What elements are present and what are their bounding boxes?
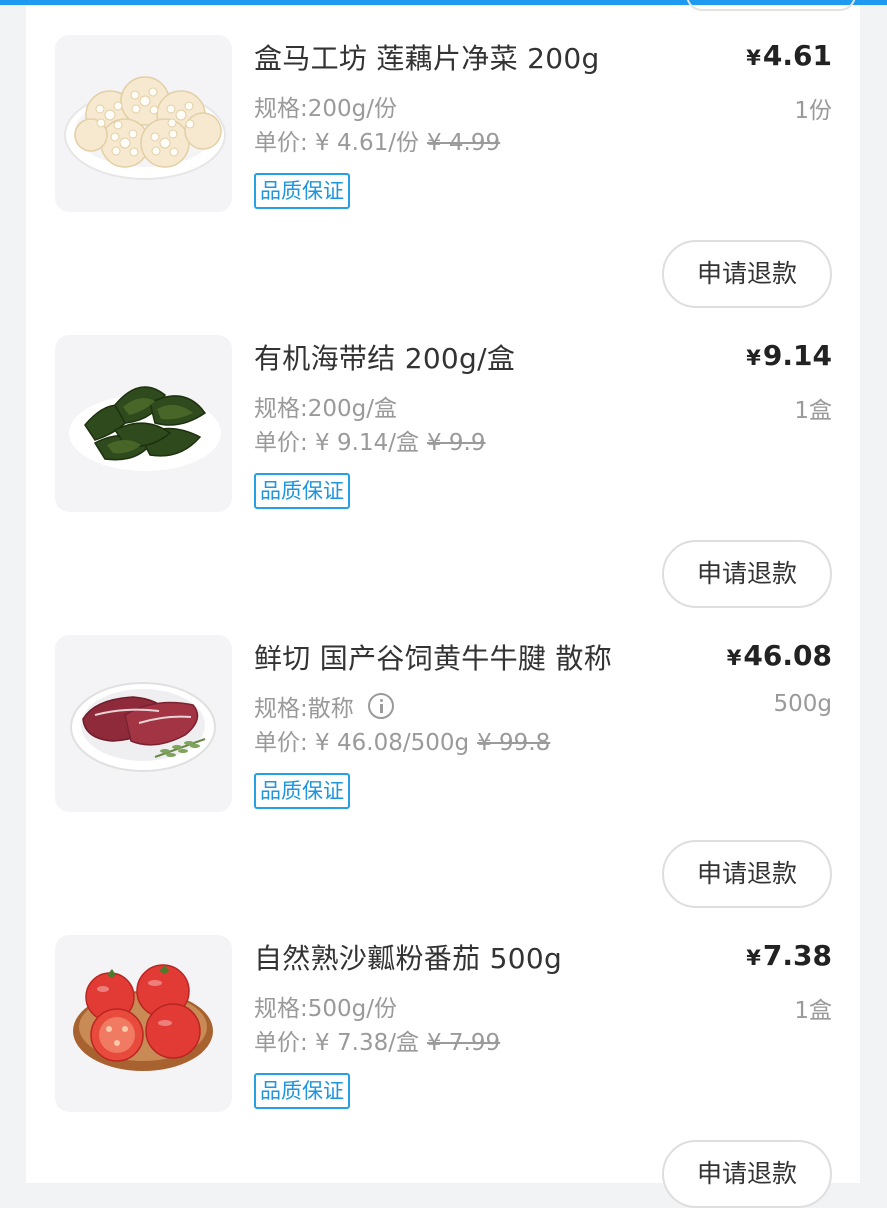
currency-symbol: ¥ (746, 46, 761, 70)
beef-shank-image (70, 682, 216, 772)
product-price: ¥4.61 (746, 39, 832, 72)
currency-symbol: ¥ (746, 946, 761, 970)
price-value: 9.14 (762, 339, 832, 372)
spec-text: 规格:200g/盒 (254, 396, 397, 422)
unit-price: 单价: ¥ 46.08/500g ¥ 99.8 (254, 723, 550, 757)
unit-price-text: 单价: ¥ 7.38/盒 (254, 1030, 419, 1056)
unit-price-text: 单价: ¥ 9.14/盒 (254, 430, 419, 456)
info-icon[interactable] (367, 693, 394, 719)
unit-price: 单价: ¥ 7.38/盒 ¥ 7.99 (254, 1023, 500, 1057)
price-value: 7.38 (762, 939, 832, 972)
spec-text: 规格:200g/份 (254, 96, 397, 122)
unit-price: 单价: ¥ 9.14/盒 ¥ 9.9 (254, 423, 486, 457)
original-price: ¥ 7.99 (426, 1030, 501, 1056)
original-price: ¥ 9.9 (426, 430, 486, 456)
product-thumbnail[interactable] (55, 35, 232, 212)
price-value: 4.61 (762, 39, 832, 72)
product-name[interactable]: 鲜切 国产谷饲黄牛牛腱 散称 (254, 637, 612, 677)
product-thumbnail[interactable] (55, 935, 232, 1112)
product-thumbnail[interactable] (55, 335, 232, 512)
quality-guarantee-badge: 品质保证 (254, 1073, 350, 1109)
order-item: 有机海带结 200g/盒 ¥9.14 规格:200g/盒 1盒 单价: ¥ 9.… (26, 305, 860, 608)
unit-price-text: 单价: ¥ 4.61/份 (254, 130, 419, 156)
order-item: 鲜切 国产谷饲黄牛牛腱 散称 ¥46.08 规格:散称 500g 单价: ¥ 4… (26, 605, 860, 908)
product-spec: 规格:散称 (254, 689, 394, 723)
request-refund-button[interactable]: 申请退款 (662, 240, 832, 308)
product-spec: 规格:200g/盒 (254, 389, 397, 423)
product-price: ¥9.14 (746, 339, 832, 372)
product-quantity: 1盒 (794, 998, 832, 1024)
product-quantity: 1份 (794, 98, 832, 124)
order-item: 盒马工坊 莲藕片净菜 200g ¥4.61 规格:200g/份 1份 单价: ¥… (26, 5, 860, 308)
quality-guarantee-badge: 品质保证 (254, 473, 350, 509)
quality-guarantee-badge: 品质保证 (254, 773, 350, 809)
product-thumbnail[interactable] (55, 635, 232, 812)
currency-symbol: ¥ (726, 646, 742, 670)
product-spec: 规格:500g/份 (254, 989, 397, 1023)
price-value: 46.08 (743, 639, 832, 672)
lotus-root-slices-image (64, 76, 226, 180)
original-price: ¥ 99.8 (477, 730, 551, 756)
kelp-knots-image (69, 386, 221, 471)
product-price: ¥46.08 (727, 639, 832, 672)
currency-symbol: ¥ (746, 346, 761, 370)
tomatoes-image (73, 964, 213, 1071)
unit-price-text: 单价: ¥ 46.08/500g (254, 730, 470, 756)
product-name[interactable]: 自然熟沙瓤粉番茄 500g (254, 937, 562, 977)
order-items-card: 盒马工坊 莲藕片净菜 200g ¥4.61 规格:200g/份 1份 单价: ¥… (26, 0, 860, 1208)
request-refund-button[interactable]: 申请退款 (662, 840, 832, 908)
spec-text: 规格:500g/份 (254, 996, 397, 1022)
request-refund-button[interactable]: 申请退款 (662, 1140, 832, 1208)
original-price: ¥ 4.99 (426, 130, 501, 156)
quality-guarantee-badge: 品质保证 (254, 173, 350, 209)
request-refund-button[interactable]: 申请退款 (662, 540, 832, 608)
product-price: ¥7.38 (746, 939, 832, 972)
order-item: 自然熟沙瓤粉番茄 500g ¥7.38 规格:500g/份 1盒 单价: ¥ 7… (26, 905, 860, 1208)
product-name[interactable]: 盒马工坊 莲藕片净菜 200g (254, 37, 600, 77)
product-name[interactable]: 有机海带结 200g/盒 (254, 337, 515, 377)
unit-price: 单价: ¥ 4.61/份 ¥ 4.99 (254, 123, 500, 157)
spec-text: 规格:散称 (254, 696, 354, 722)
product-quantity: 1盒 (794, 398, 832, 424)
product-quantity: 500g (773, 691, 833, 717)
product-spec: 规格:200g/份 (254, 89, 397, 123)
